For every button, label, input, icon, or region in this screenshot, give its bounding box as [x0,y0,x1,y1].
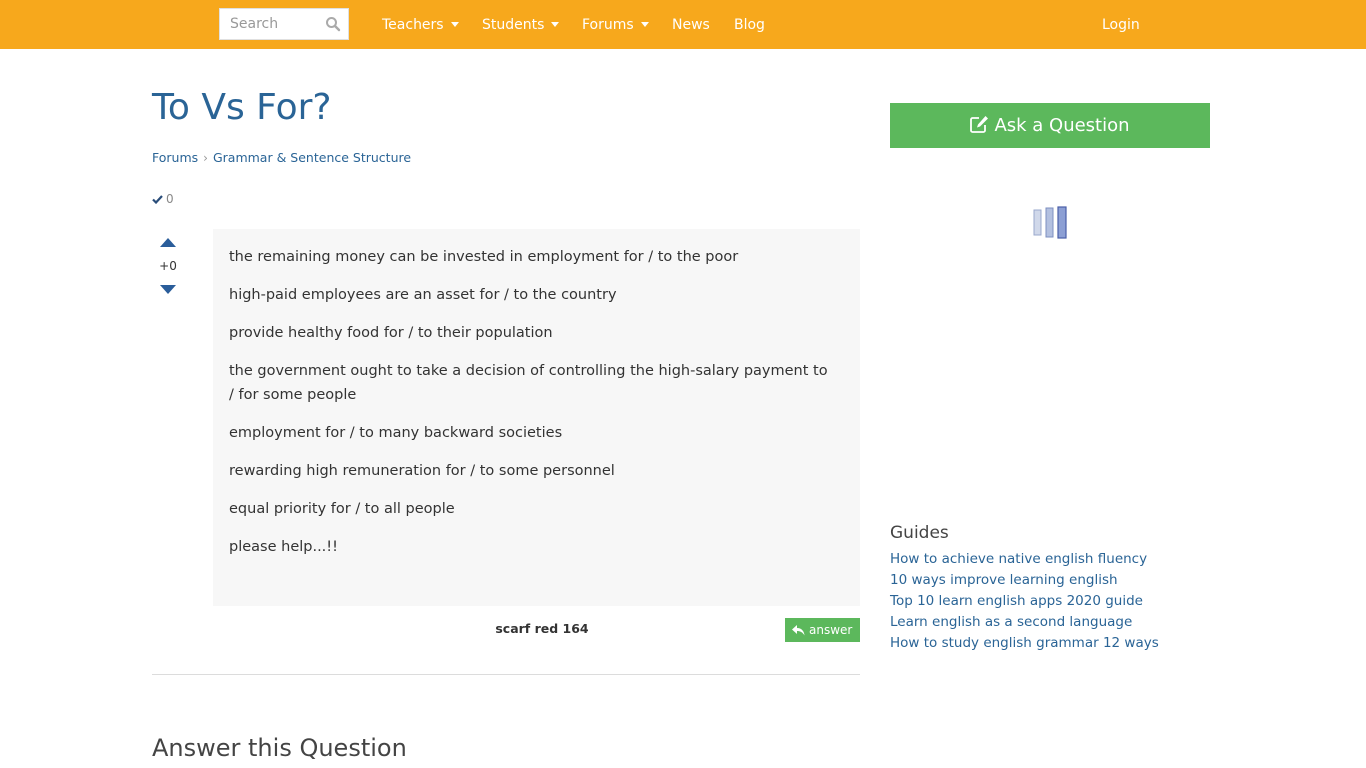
vote-count: +0 [159,259,177,273]
accepted-count: 0 [166,192,174,206]
vote-up-icon[interactable] [160,238,176,247]
breadcrumb: Forums › Grammar & Sentence Structure [152,149,411,167]
edit-icon [970,116,989,133]
question-line: employment for / to many backward societ… [229,425,563,441]
question-line: rewarding high remuneration for / to som… [229,463,615,479]
question-body: the remaining money can be invested in e… [213,229,860,606]
question-line: please help...!! [229,539,338,555]
guide-link[interactable]: Learn english as a second language [890,612,1159,633]
question-line: the remaining money can be invested in e… [229,249,739,265]
ask-question-label: Ask a Question [994,115,1130,136]
question-line: equal priority for / to all people [229,501,455,517]
login-label: Login [1102,17,1140,33]
breadcrumb-chevron-icon: › [203,151,208,165]
divider [152,674,860,675]
chevron-down-icon [551,22,560,27]
answer-button-label: answer [809,623,853,637]
guides-title: Guides [890,523,949,543]
question-line: high-paid employees are an asset for / t… [229,287,617,303]
ask-question-button[interactable]: Ask a Question [890,103,1210,148]
guide-link[interactable]: Top 10 learn english apps 2020 guide [890,591,1159,612]
nav-teachers[interactable]: Teachers [382,16,459,34]
guides-list: How to achieve native english fluency 10… [890,549,1159,654]
search-icon[interactable] [325,16,341,32]
chevron-down-icon [450,22,459,27]
top-navigation-bar: Teachers Students Forums News Blog Login [0,0,1366,49]
nav-blog-label: Blog [734,17,765,33]
nav-blog[interactable]: Blog [734,16,765,34]
login-link[interactable]: Login [1102,16,1140,34]
accepted-answers: 0 [152,191,174,207]
loading-icon [1033,206,1067,239]
answer-button[interactable]: answer [785,618,860,642]
question-line: the government ought to take a decision … [229,363,828,403]
vote-down-icon[interactable] [160,285,176,294]
nav-students[interactable]: Students [482,16,560,34]
nav-students-label: Students [482,17,545,33]
reply-icon [792,625,805,636]
question-author[interactable]: scarf red 164 [480,620,604,637]
nav-forums-label: Forums [582,17,634,33]
question-line: provide healthy food for / to their popu… [229,325,553,341]
breadcrumb-category[interactable]: Grammar & Sentence Structure [213,150,411,165]
nav-news-label: News [672,17,710,33]
search-box [219,8,349,40]
nav-forums[interactable]: Forums [582,16,649,34]
guide-link[interactable]: How to achieve native english fluency [890,549,1159,570]
nav-teachers-label: Teachers [382,17,444,33]
breadcrumb-forums[interactable]: Forums [152,150,198,165]
guide-link[interactable]: How to study english grammar 12 ways [890,633,1159,654]
nav-news[interactable]: News [672,16,710,34]
answer-section-heading: Answer this Question [152,734,407,762]
check-icon [152,195,163,205]
chevron-down-icon [640,22,649,27]
search-input[interactable] [220,9,320,39]
page-title: To Vs For? [152,87,332,128]
guide-link[interactable]: 10 ways improve learning english [890,570,1159,591]
